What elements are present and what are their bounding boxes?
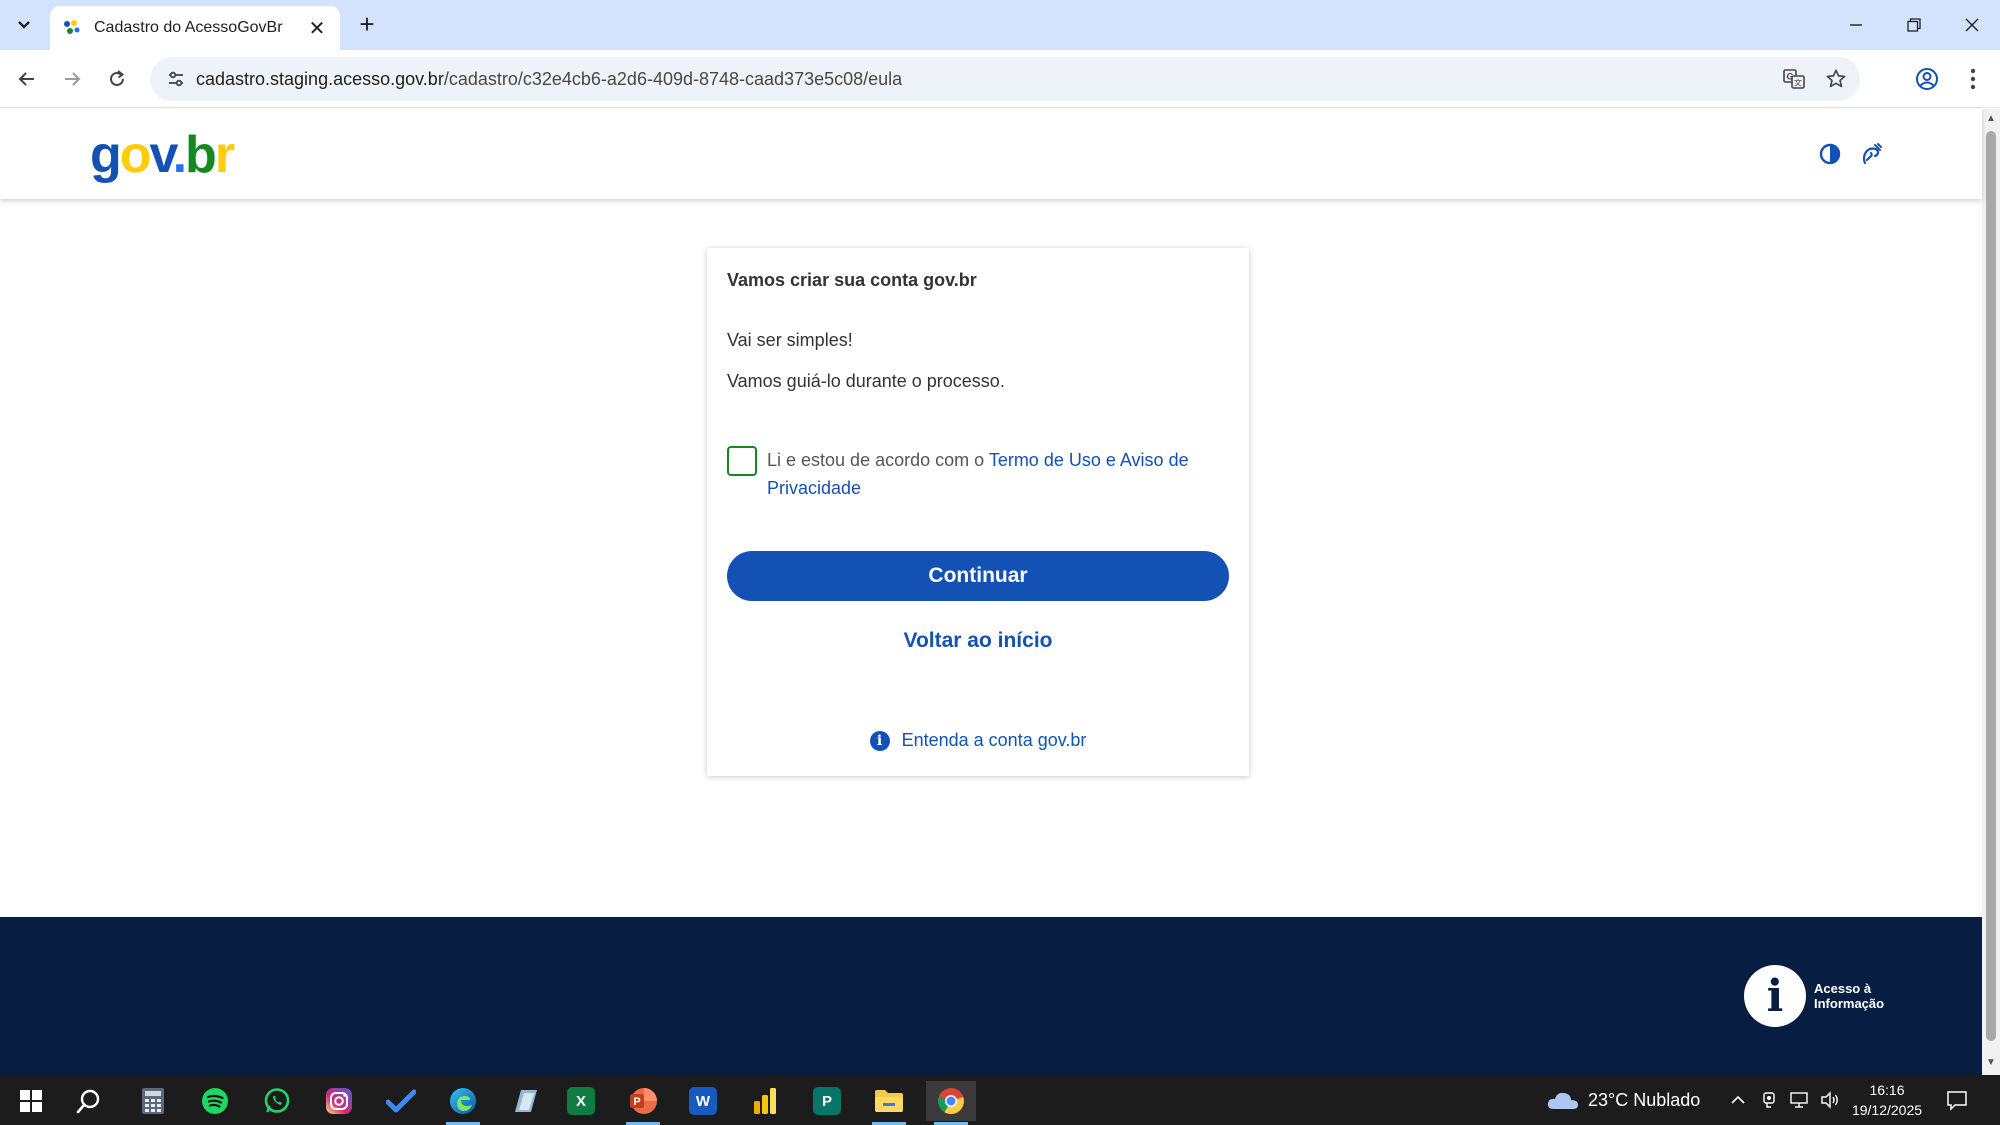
svg-text:P: P	[633, 1096, 640, 1108]
understand-account-link[interactable]: i Entenda a conta gov.br	[707, 730, 1249, 751]
calculator-icon[interactable]	[128, 1081, 178, 1121]
back-arrow-icon[interactable]	[10, 62, 44, 96]
excel-icon[interactable]: X	[556, 1081, 606, 1121]
bookmark-star-icon[interactable]	[1822, 65, 1850, 93]
tab-title: Cadastro do AcessoGovBr	[94, 19, 283, 36]
minimize-icon[interactable]	[1828, 8, 1884, 42]
url-host: cadastro.staging.acesso.gov.br	[196, 68, 444, 89]
back-to-start-button[interactable]: Voltar ao início	[727, 616, 1229, 666]
logo-dot: .	[172, 126, 188, 184]
more-options-icon[interactable]	[1956, 62, 1990, 96]
card-title: Vamos criar sua conta gov.br	[727, 270, 977, 290]
access-info-line1: Acesso à	[1814, 981, 1872, 996]
accessibility-libras-icon[interactable]	[1856, 139, 1886, 169]
page-footer: i Acesso à Informação	[0, 917, 1982, 1075]
clock-time: 16:16	[1869, 1082, 1905, 1098]
access-info-line2: Informação	[1814, 996, 1885, 1011]
logo-letter-g: g	[90, 126, 122, 184]
power-bi-icon[interactable]	[740, 1081, 790, 1121]
terms-checkbox[interactable]	[727, 446, 757, 476]
address-bar[interactable]: cadastro.staging.acesso.gov.br/cadastro/…	[150, 57, 1860, 101]
info-circle-icon: i	[1744, 965, 1806, 1027]
system-clock[interactable]: 16:16 19/12/2025	[1846, 1080, 1928, 1120]
weather-text: 23°C Nublado	[1588, 1089, 1701, 1110]
spotify-icon[interactable]	[190, 1081, 240, 1121]
whatsapp-icon[interactable]	[252, 1081, 302, 1121]
word-icon[interactable]: W	[678, 1081, 728, 1121]
scroll-down-icon[interactable]: ▼	[1985, 1057, 1997, 1068]
card-intro-line1: Vai ser simples!	[727, 330, 853, 350]
govbr-favicon-icon	[62, 18, 82, 38]
contrast-icon[interactable]	[1815, 139, 1845, 169]
forward-arrow-icon[interactable]	[55, 62, 89, 96]
continue-button[interactable]: Continuar	[727, 551, 1229, 601]
show-hidden-icons-chevron-icon[interactable]	[1730, 1075, 1746, 1125]
page-header: gov.br	[0, 109, 1982, 199]
windows-start-icon[interactable]	[6, 1081, 56, 1121]
new-tab-icon[interactable]: +	[352, 10, 382, 40]
logo-letter-o: o	[119, 126, 152, 184]
notes-app-icon[interactable]	[500, 1081, 550, 1121]
restore-icon[interactable]	[1886, 8, 1942, 42]
meet-now-icon[interactable]	[1761, 1075, 1779, 1125]
publisher-icon[interactable]: P	[802, 1081, 852, 1121]
url-path: /cadastro/c32e4cb6-a2d6-409d-8748-caad37…	[443, 68, 903, 89]
url-text: cadastro.staging.acesso.gov.br/cadastro/…	[196, 69, 902, 90]
edge-browser-icon[interactable]	[438, 1081, 488, 1125]
cloud-icon	[1547, 1092, 1578, 1109]
search-icon[interactable]	[64, 1081, 114, 1121]
terms-checkbox-label: Li e estou de acordo com o Termo de Uso …	[767, 446, 1227, 502]
chrome-icon[interactable]	[926, 1081, 976, 1125]
info-icon: i	[869, 730, 890, 751]
signup-card: Vamos criar sua conta gov.br Vai ser sim…	[707, 248, 1249, 776]
govbr-logo[interactable]: gov.br	[90, 125, 235, 185]
page-scrollbar[interactable]: ▲ ▼	[1982, 109, 2000, 1075]
todo-checkmark-icon[interactable]	[376, 1081, 426, 1121]
browser-tabstrip: Cadastro do AcessoGovBr ✕ +	[0, 0, 2000, 50]
access-to-information-logo[interactable]: i Acesso à Informação	[1744, 965, 1884, 1027]
notification-center-icon[interactable]	[1946, 1075, 1968, 1125]
logo-letter-b: b	[185, 126, 217, 184]
card-intro-line2: Vamos guiá-lo durante o processo.	[727, 371, 1005, 391]
network-icon[interactable]	[1790, 1075, 1810, 1125]
access-info-text: Acesso à Informação	[1814, 981, 1884, 1011]
file-explorer-icon[interactable]	[864, 1081, 914, 1125]
clock-date: 19/12/2025	[1851, 1102, 1923, 1118]
site-settings-icon[interactable]	[156, 69, 196, 89]
scroll-up-icon[interactable]: ▲	[1985, 113, 1997, 124]
windows-taskbar: X P W P 23°C Nublado 16:16 19/12/2025	[0, 1075, 2000, 1125]
tab-close-icon[interactable]: ✕	[306, 16, 328, 41]
scroll-thumb[interactable]	[1986, 131, 1996, 1041]
weather-widget[interactable]: 23°C Nublado	[1546, 1075, 1700, 1125]
close-window-icon[interactable]	[1944, 8, 2000, 42]
translate-icon[interactable]: G文	[1780, 65, 1808, 93]
powerpoint-icon[interactable]: P	[618, 1081, 668, 1125]
profile-avatar-icon[interactable]	[1910, 62, 1944, 96]
terms-label-prefix: Li e estou de acordo com o	[767, 450, 989, 470]
svg-text:文: 文	[1794, 78, 1802, 88]
logo-letter-v: v	[149, 126, 175, 184]
browser-tab-active[interactable]: Cadastro do AcessoGovBr ✕	[50, 6, 340, 50]
reload-icon[interactable]	[100, 62, 134, 96]
understand-account-label: Entenda a conta gov.br	[901, 730, 1087, 750]
tab-search-chevron-icon[interactable]	[8, 9, 40, 41]
volume-icon[interactable]	[1820, 1075, 1840, 1125]
logo-letter-r: r	[214, 126, 235, 184]
instagram-icon[interactable]	[314, 1081, 364, 1121]
browser-toolbar: cadastro.staging.acesso.gov.br/cadastro/…	[0, 50, 2000, 108]
